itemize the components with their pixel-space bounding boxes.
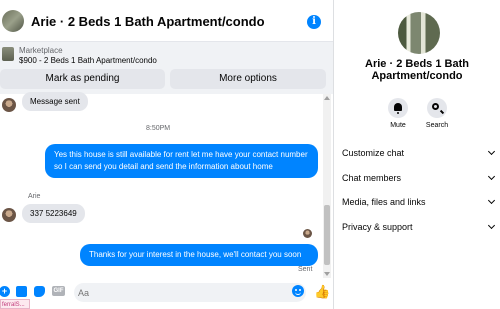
message-status: Sent xyxy=(298,266,313,273)
section-label: Media, files and links xyxy=(342,197,426,207)
photo-icon[interactable] xyxy=(16,286,27,297)
search-action[interactable]: Search xyxy=(419,98,455,129)
plus-icon[interactable]: + xyxy=(0,286,10,297)
chat-header: Arie · 2 Beds 1 Bath Apartment/condo i xyxy=(0,0,333,42)
search-label: Search xyxy=(425,122,449,129)
chat-pane: Arie · 2 Beds 1 Bath Apartment/condo i M… xyxy=(0,0,333,309)
section-customize-chat[interactable]: Customize chat xyxy=(342,143,497,163)
mute-label: Mute xyxy=(390,122,406,129)
listing-marketplace-label: Marketplace xyxy=(19,46,63,55)
chevron-down-icon xyxy=(487,172,496,181)
section-media-files-links[interactable]: Media, files and links xyxy=(342,192,497,212)
outgoing-message: Thanks for your interest in the house, w… xyxy=(80,244,318,266)
chevron-down-icon xyxy=(487,221,496,230)
sender-avatar[interactable] xyxy=(2,208,16,222)
chevron-down-icon xyxy=(487,196,496,205)
seen-indicator-avatar xyxy=(303,229,312,238)
message-timestamp: 8:50PM xyxy=(146,125,171,132)
profile-name: Arie · 2 Beds 1 Bath Apartment/condo xyxy=(365,58,469,82)
section-label: Chat members xyxy=(342,173,402,183)
section-chat-members[interactable]: Chat members xyxy=(342,168,497,188)
header-avatar[interactable] xyxy=(2,10,24,32)
bell-icon xyxy=(394,103,402,114)
conversation-title[interactable]: Arie · 2 Beds 1 Bath Apartment/condo xyxy=(31,14,265,29)
scroll-down-arrow-icon[interactable] xyxy=(324,272,330,276)
sender-name: Arie xyxy=(28,193,41,200)
incoming-message: 337 5223649 xyxy=(22,204,85,223)
section-label: Privacy & support xyxy=(342,222,413,232)
gif-icon[interactable]: GIF xyxy=(52,286,65,296)
info-icon[interactable]: i xyxy=(307,15,321,29)
mark-as-pending-button[interactable]: Mark as pending xyxy=(0,69,165,89)
like-icon[interactable]: 👍 xyxy=(314,284,330,300)
more-options-button[interactable]: More options xyxy=(170,69,326,89)
mute-action[interactable]: Mute xyxy=(380,98,416,129)
sticker-icon[interactable] xyxy=(34,286,45,297)
profile-photo[interactable] xyxy=(398,12,440,54)
mute-button[interactable] xyxy=(388,98,408,118)
section-privacy-support[interactable]: Privacy & support xyxy=(342,217,497,237)
section-label: Customize chat xyxy=(342,148,405,158)
search-icon xyxy=(432,103,439,110)
sender-avatar[interactable] xyxy=(2,98,16,112)
incoming-message: Message sent xyxy=(22,92,88,111)
message-input[interactable] xyxy=(74,283,306,302)
listing-price-title: $900 - 2 Beds 1 Bath Apartment/condo xyxy=(19,56,157,65)
scrollbar-thumb[interactable] xyxy=(324,205,330,265)
conversation-info-pane: Arie · 2 Beds 1 Bath Apartment/condo Mut… xyxy=(334,0,500,309)
emoji-icon[interactable] xyxy=(292,285,304,297)
listing-thumbnail xyxy=(2,47,14,61)
scroll-up-arrow-icon[interactable] xyxy=(324,96,330,100)
outgoing-message: Yes this house is still available for re… xyxy=(45,144,318,178)
search-button[interactable] xyxy=(427,98,447,118)
taskbar-item[interactable]: ferralS... xyxy=(0,299,30,309)
message-list: Message sent 8:50PM Yes this house is st… xyxy=(0,92,333,278)
chevron-down-icon xyxy=(487,147,496,156)
